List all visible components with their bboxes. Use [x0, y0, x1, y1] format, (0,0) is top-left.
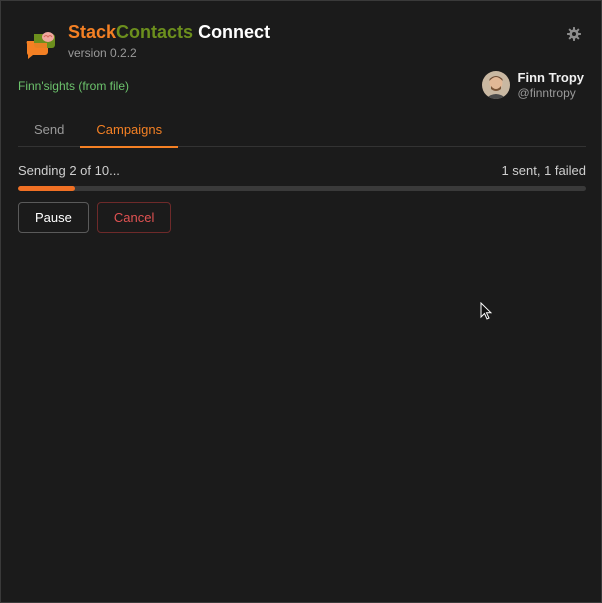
stackcontacts-logo-icon — [25, 27, 57, 59]
tab-bar: Send Campaigns — [18, 114, 586, 148]
settings-gear-icon[interactable] — [567, 27, 581, 41]
user-name: Finn Tropy — [517, 70, 584, 85]
sending-status: Sending 2 of 10... — [18, 163, 120, 178]
cancel-button[interactable]: Cancel — [96, 202, 172, 233]
send-summary: 1 sent, 1 failed — [501, 163, 586, 178]
app-title: StackContacts Connect — [68, 21, 270, 43]
app-version: version 0.2.2 — [68, 46, 137, 60]
campaign-status-row: Sending 2 of 10... 1 sent, 1 failed — [18, 163, 586, 178]
user-handle: @finntropy — [517, 86, 576, 100]
tab-send[interactable]: Send — [18, 114, 80, 146]
source-label: Finn'sights (from file) — [18, 79, 129, 93]
progress-bar — [18, 186, 586, 191]
extension-window: StackContacts Connect version 0.2.2 Finn… — [0, 0, 602, 603]
tab-campaigns[interactable]: Campaigns — [80, 114, 179, 148]
title-block: StackContacts Connect version 0.2.2 — [68, 21, 270, 60]
pause-button[interactable]: Pause — [18, 202, 89, 233]
progress-fill — [18, 186, 75, 191]
mouse-cursor-icon — [480, 301, 493, 320]
user-text: Finn Tropy @finntropy — [518, 70, 584, 100]
campaign-controls: Pause Cancel — [18, 202, 172, 233]
app-header: StackContacts Connect version 0.2.2 — [25, 21, 270, 60]
app-title-connect: Connect — [193, 22, 271, 42]
user-profile: Finn Tropy @finntropy — [481, 70, 584, 100]
avatar — [481, 71, 510, 99]
app-title-stack: Stack — [68, 22, 117, 42]
app-title-contacts: Contacts — [116, 22, 194, 42]
